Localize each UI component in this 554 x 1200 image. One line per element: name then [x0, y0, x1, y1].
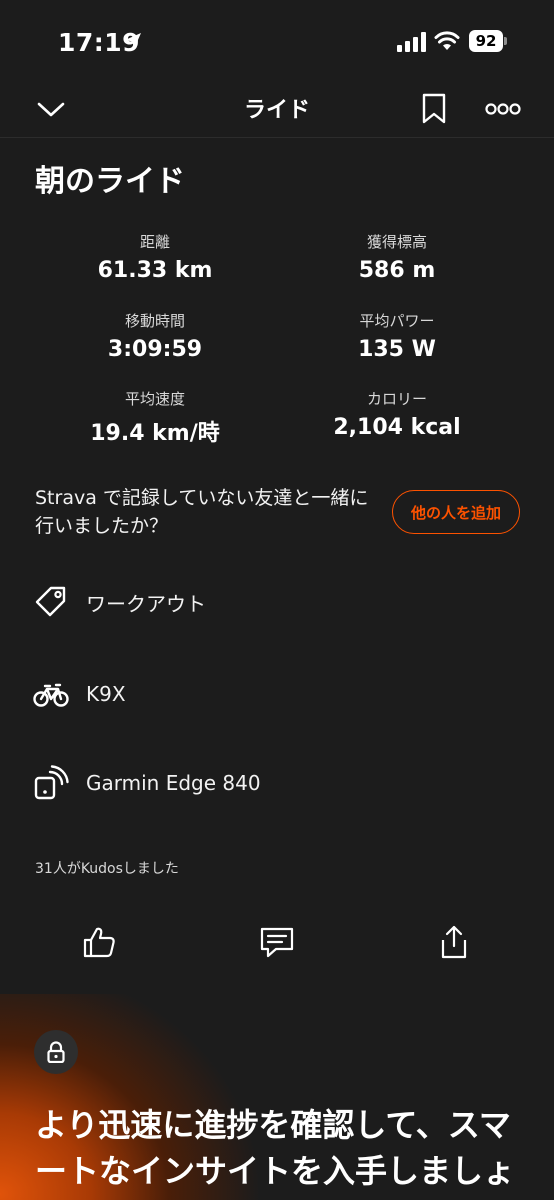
upsell-headline: より迅速に進捗を確認して、スマートなインサイトを入手しましょう: [35, 1106, 516, 1200]
kudos-count[interactable]: 31人がKudosしました: [35, 858, 179, 878]
stat-avg-speed: 平均速度 19.4 km/時: [35, 388, 275, 447]
stat-value: 3:09:59: [107, 337, 203, 362]
stat-label: 移動時間: [124, 312, 185, 330]
location-arrow-icon: [125, 33, 141, 49]
comment-button[interactable]: [255, 920, 299, 964]
nav-header: ライド: [0, 84, 554, 138]
stat-value: 586 m: [358, 258, 436, 283]
upsell-card[interactable]: より迅速に進捗を確認して、スマートなインサイトを入手しましょう: [0, 994, 554, 1200]
add-others-button[interactable]: 他の人を追加: [392, 490, 520, 534]
stat-avg-power: 平均パワー 135 W: [277, 310, 517, 362]
page-title: ライド: [243, 98, 310, 123]
device-row[interactable]: Garmin Edge 840: [33, 763, 513, 803]
bike-row[interactable]: K9X: [33, 674, 513, 714]
add-others-prompt: Strava で記録していない友達と一緒に行いましたか？: [35, 487, 369, 537]
lock-badge: [34, 1030, 78, 1074]
share-button[interactable]: [432, 920, 476, 964]
stat-label: 平均速度: [124, 390, 185, 408]
stat-calories: カロリー 2,104 kcal: [277, 388, 517, 440]
thumbs-up-icon: [83, 927, 115, 958]
activity-content: 朝のライド 距離 61.33 km 獲得標高 586 m 移動時間 3:09:5…: [0, 138, 554, 990]
workout-type-row[interactable]: ワークアウト: [33, 582, 513, 622]
activity-screen: 17:19 92 ライド 朝のライド 距離 61.33 km 獲得標高 586 …: [0, 0, 554, 1200]
bike-label: K9X: [86, 682, 126, 706]
stat-label: 平均パワー: [359, 312, 435, 330]
activity-title: 朝のライド: [35, 164, 185, 199]
workout-type-label: ワークアウト: [86, 591, 206, 616]
more-options-button[interactable]: [482, 90, 524, 128]
kudos-button[interactable]: [77, 920, 121, 964]
share-icon: [441, 925, 467, 959]
comment-icon: [260, 927, 294, 958]
stat-moving-time: 移動時間 3:09:59: [35, 310, 275, 362]
stat-elevation: 獲得標高 586 m: [277, 231, 517, 283]
stat-value: 2,104 kcal: [333, 415, 461, 440]
status-bar: 17:19 92: [0, 0, 554, 84]
stat-distance: 距離 61.33 km: [35, 231, 275, 283]
battery-icon: 92: [469, 30, 507, 52]
stat-value: 135 W: [358, 337, 436, 362]
stat-label: 獲得標高: [366, 233, 427, 251]
bookmark-icon: [422, 93, 446, 124]
battery-level: 92: [469, 30, 503, 52]
stat-value: 19.4 km/時: [90, 421, 220, 446]
stat-label: 距離: [139, 233, 170, 251]
bookmark-button[interactable]: [415, 90, 453, 128]
lock-icon: [47, 1041, 65, 1063]
wifi-icon: [434, 31, 460, 50]
bike-icon: [33, 676, 69, 712]
more-icon: [485, 103, 521, 115]
stat-label: カロリー: [366, 390, 427, 408]
device-sync-icon: [33, 765, 69, 801]
device-label: Garmin Edge 840: [86, 771, 261, 795]
cellular-signal-icon: [397, 32, 426, 52]
stat-value: 61.33 km: [97, 258, 213, 283]
tag-icon: [33, 584, 69, 620]
